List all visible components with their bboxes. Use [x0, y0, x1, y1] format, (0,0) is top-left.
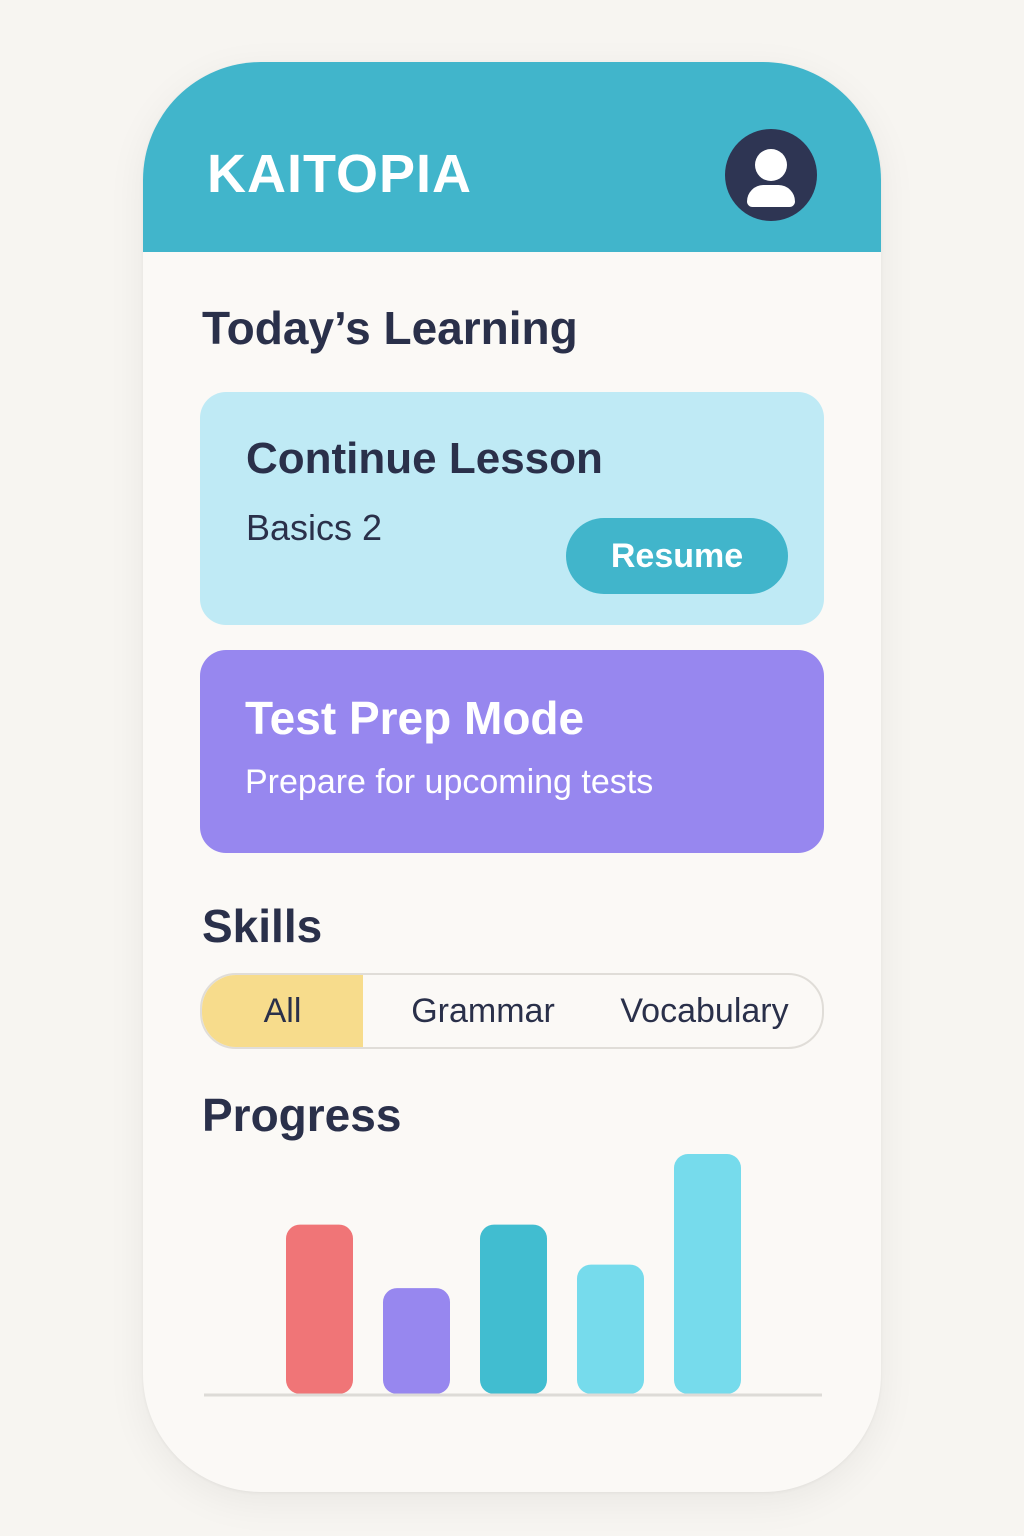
progress-bar-5 [674, 1154, 741, 1394]
skills-tab-bar: All Grammar Vocabulary [200, 973, 824, 1049]
tab-vocabulary[interactable]: Vocabulary [597, 975, 812, 1047]
user-icon[interactable] [725, 129, 817, 221]
continue-lesson-title: Continue Lesson [246, 434, 603, 483]
continue-lesson-card[interactable]: Continue Lesson Basics 2 Resume [200, 392, 824, 625]
progress-chart [204, 1154, 822, 1397]
progress-bar-3 [480, 1224, 547, 1394]
progress-heading: Progress [202, 1089, 402, 1141]
tab-all[interactable]: All [202, 975, 363, 1047]
progress-bar-1 [286, 1224, 353, 1394]
skills-heading: Skills [202, 900, 323, 952]
test-prep-title: Test Prep Mode [245, 692, 585, 744]
lesson-name: Basics 2 [246, 507, 383, 548]
phone-frame: KAITOPIA Today’s Learning Continue Lesso… [143, 62, 881, 1492]
todays-learning-heading: Today’s Learning [202, 302, 578, 354]
app-header: KAITOPIA [143, 62, 881, 252]
resume-button[interactable]: Resume [566, 518, 788, 594]
test-prep-subtitle: Prepare for upcoming tests [245, 763, 654, 801]
progress-bar-4 [577, 1264, 644, 1394]
user-icon-head [755, 149, 787, 181]
app-title: KAITOPIA [207, 144, 473, 204]
test-prep-card[interactable]: Test Prep Mode Prepare for upcoming test… [200, 650, 824, 853]
tab-grammar[interactable]: Grammar [383, 975, 583, 1047]
user-icon-body [747, 185, 795, 207]
progress-bar-2 [383, 1288, 450, 1394]
